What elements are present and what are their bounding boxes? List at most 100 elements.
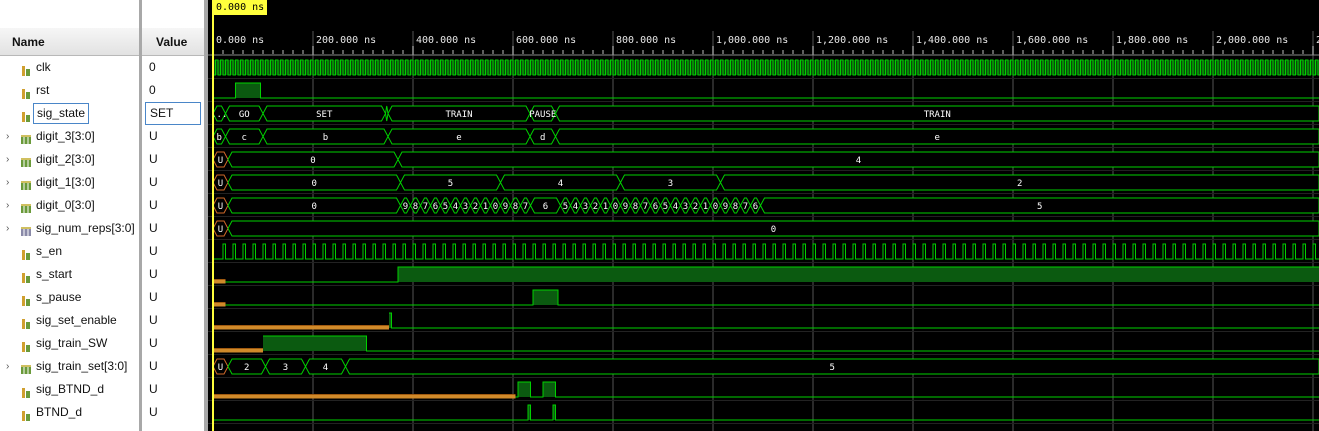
signal-value-digit-0[interactable]: U	[142, 194, 204, 217]
signal-row-s-pause[interactable]: s_pause	[0, 286, 139, 309]
expand-chevron-icon[interactable]: ›	[6, 125, 14, 148]
digit-3-bus-value: e	[456, 133, 461, 143]
signal-value-sig-btnd-d[interactable]: U	[142, 378, 204, 401]
digit-1-bus-value: 4	[558, 179, 563, 189]
name-column-header[interactable]: Name	[0, 28, 139, 56]
sig-train-sw-undefined-span	[213, 348, 263, 353]
waveform-panel[interactable]: 0.000 ns 200.000 ns 400.000 ns 600.000 ns 80…	[208, 0, 1319, 431]
signal-name: sig_set_enable	[36, 313, 117, 327]
signal-row-btnd-d[interactable]: BTND_d	[0, 401, 139, 424]
signal-row-s-start[interactable]: s_start	[0, 263, 139, 286]
signal-value-s-start[interactable]: U	[142, 263, 204, 286]
expand-chevron-icon[interactable]: ›	[6, 194, 14, 217]
digit-0-bus-value: 9	[403, 202, 408, 212]
signal-row-digit-3[interactable]: › digit_3[3:0]	[0, 125, 139, 148]
name-column: Name clk rst sig_state › digit_3[3:0] › digit_…	[0, 0, 139, 431]
signal-row-digit-0[interactable]: › digit_0[3:0]	[0, 194, 139, 217]
expand-chevron-icon[interactable]: ›	[6, 171, 14, 194]
signal-name: s_pause	[36, 290, 82, 304]
signal-value-s-en[interactable]: U	[142, 240, 204, 263]
signal-value-sig-num-reps[interactable]: U	[142, 217, 204, 240]
signal-value-sig-train-set[interactable]: U	[142, 355, 204, 378]
sig-train-set-bus-value: 3	[283, 363, 288, 373]
signal-value-digit-2[interactable]: U	[142, 148, 204, 171]
signal-name: digit_2[3:0]	[36, 152, 95, 166]
time-cursor[interactable]	[212, 0, 214, 431]
signal-name: clk	[36, 60, 51, 74]
signal-row-sig-train-sw[interactable]: sig_train_SW	[0, 332, 139, 355]
digit-0-bus-value: 7	[523, 202, 528, 212]
bit-signal-icon	[20, 62, 32, 76]
signal-name: rst	[36, 83, 50, 97]
digit-0-bus-value: 6	[433, 202, 438, 212]
signal-value-s-pause[interactable]: U	[142, 286, 204, 309]
bit-signal-icon	[20, 85, 32, 99]
digit-0-bus-value: 3	[463, 202, 468, 212]
bus-signal-icon	[20, 361, 32, 374]
digit-1-bus-value: 2	[1017, 179, 1022, 189]
digit-0-bus-value: 1	[703, 202, 708, 212]
signal-value-digit-1[interactable]: U	[142, 171, 204, 194]
s-pause-undefined-span	[213, 302, 226, 307]
bus-signal-icon-alt	[20, 223, 32, 236]
digit-0-bus-value: 5	[443, 202, 448, 212]
sig-train-set-bus-value: 2	[244, 363, 249, 373]
digit-0-bus-value: 9	[503, 202, 508, 212]
digit-0-bus-value: U	[218, 202, 223, 212]
btnd-d-waveform	[213, 404, 1319, 421]
signal-row-sig-num-reps[interactable]: › sig_num_reps[3:0]	[0, 217, 139, 240]
digit-3-bus-value: e	[935, 133, 940, 143]
expand-chevron-icon[interactable]: ›	[6, 148, 14, 171]
waveform-canvas[interactable]: 0.000 ns 200.000 ns 400.000 ns 600.000 ns 80…	[208, 0, 1319, 431]
signal-row-s-en[interactable]: s_en	[0, 240, 139, 263]
s-en-waveform	[213, 243, 1319, 260]
time-tick-label: 2,000.000 ns	[1216, 35, 1288, 46]
digit-1-bus-value: 3	[668, 179, 673, 189]
time-tick-label: 200.000 ns	[316, 35, 376, 46]
value-column-header[interactable]: Value	[142, 28, 204, 56]
signal-row-sig-state[interactable]: sig_state	[0, 102, 139, 125]
signal-value-digit-3[interactable]: U	[142, 125, 204, 148]
digit-0-bus-value: 0	[713, 202, 718, 212]
signal-row-sig-set-enable[interactable]: sig_set_enable	[0, 309, 139, 332]
signal-value-btnd-d[interactable]: U	[142, 401, 204, 424]
expand-chevron-icon[interactable]: ›	[6, 217, 14, 240]
bus-signal-icon	[20, 131, 32, 144]
digit-0-bus-value: 1	[483, 202, 488, 212]
signal-row-clk[interactable]: clk	[0, 56, 139, 79]
expand-chevron-icon[interactable]: ›	[6, 355, 14, 378]
sig-btnd-d-waveform	[515, 381, 1319, 398]
signal-name: sig_num_reps[3:0]	[36, 221, 135, 235]
digit-0-bus-value: 8	[633, 202, 638, 212]
digit-3-bus-value: c	[242, 133, 247, 143]
digit-0-bus-value: 6	[753, 202, 758, 212]
signal-value-rst[interactable]: 0	[142, 79, 204, 102]
signal-name: sig_train_set[3:0]	[36, 359, 128, 373]
sig-btnd-d-high-fill	[543, 382, 556, 397]
signal-value-sig-train-sw[interactable]: U	[142, 332, 204, 355]
signal-row-digit-1[interactable]: › digit_1[3:0]	[0, 171, 139, 194]
rst-waveform	[213, 82, 1319, 99]
digit-2-bus-value: 0	[310, 156, 315, 166]
digit-0-bus-value: 0	[493, 202, 498, 212]
signal-value-sig-set-enable[interactable]: U	[142, 309, 204, 332]
digit-0-bus-value: 2	[693, 202, 698, 212]
sig-train-set-bus-value: 5	[830, 363, 835, 373]
digit-2-bus-value: U	[218, 156, 223, 166]
sig-state-bus-value: TRAIN	[924, 110, 951, 120]
digit-0-bus-value: 2	[593, 202, 598, 212]
signal-row-rst[interactable]: rst	[0, 79, 139, 102]
digit-0-bus-value: 7	[423, 202, 428, 212]
digit-0-bus-value: 3	[683, 202, 688, 212]
signal-row-sig-btnd-d[interactable]: sig_BTND_d	[0, 378, 139, 401]
signal-row-sig-train-set[interactable]: › sig_train_set[3:0]	[0, 355, 139, 378]
signal-value-clk[interactable]: 0	[142, 56, 204, 79]
time-tick-label: 1,000.000 ns	[716, 35, 788, 46]
sig-num-reps-bus-value: 0	[771, 225, 776, 235]
digit-0-bus-value: 3	[583, 202, 588, 212]
signal-row-digit-2[interactable]: › digit_2[3:0]	[0, 148, 139, 171]
signal-value-sig-state[interactable]: SET	[145, 102, 201, 125]
digit-0-bus-value: 8	[413, 202, 418, 212]
s-pause-waveform	[225, 289, 1319, 306]
signal-name: digit_0[3:0]	[36, 198, 95, 212]
